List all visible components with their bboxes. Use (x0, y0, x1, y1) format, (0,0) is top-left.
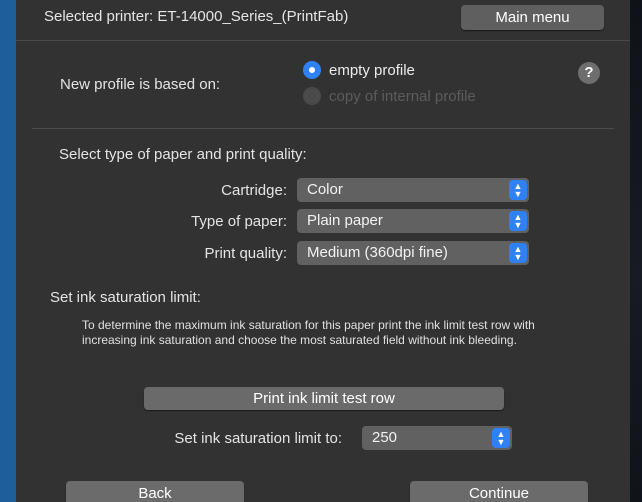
radio-unselected-icon[interactable] (303, 87, 321, 105)
selected-printer-label: Selected printer: ET-14000_Series_(Print… (44, 8, 349, 25)
profile-based-on-label: New profile is based on: (60, 76, 221, 93)
up-down-chevron-icon: ▲ ▼ (509, 243, 527, 263)
paper-type-value: Plain paper (307, 212, 383, 229)
radio-selected-icon[interactable] (303, 61, 321, 79)
print-quality-value: Medium (360dpi fine) (307, 244, 448, 261)
ink-limit-description: To determine the maximum ink saturation … (82, 318, 535, 347)
cartridge-value: Color (307, 181, 343, 198)
radio-empty-profile-label: empty profile (329, 61, 415, 79)
up-down-chevron-icon: ▲ ▼ (509, 211, 527, 231)
ink-limit-value: 250 (372, 429, 398, 446)
section-divider (32, 128, 614, 129)
paper-type-select[interactable]: Plain paper ▲ ▼ (297, 209, 529, 233)
print-quality-select[interactable]: Medium (360dpi fine) ▲ ▼ (297, 241, 529, 265)
cartridge-select[interactable]: Color ▲ ▼ (297, 178, 529, 202)
ink-limit-select[interactable]: 250 ▲ ▼ (362, 426, 512, 450)
question-mark-icon[interactable]: ? (578, 62, 600, 84)
radio-copy-internal-profile[interactable]: copy of internal profile (303, 87, 476, 105)
continue-button[interactable]: Continue (410, 481, 588, 502)
up-down-chevron-icon: ▲ ▼ (509, 180, 527, 200)
print-ink-limit-test-button[interactable]: Print ink limit test row (144, 387, 504, 410)
main-menu-button[interactable]: Main menu (461, 5, 604, 30)
cartridge-label: Cartridge: (221, 182, 287, 199)
print-quality-label: Print quality: (204, 245, 287, 262)
profile-wizard-window: Selected printer: ET-14000_Series_(Print… (16, 0, 630, 502)
radio-empty-profile[interactable]: empty profile (303, 61, 415, 79)
back-button[interactable]: Back (66, 481, 244, 502)
ink-section-title: Set ink saturation limit: (50, 289, 201, 306)
desktop-background-strip (630, 0, 642, 502)
radio-copy-internal-profile-label: copy of internal profile (329, 87, 476, 105)
paper-section-title: Select type of paper and print quality: (59, 146, 307, 163)
up-down-chevron-icon: ▲ ▼ (492, 428, 510, 448)
header-bar: Selected printer: ET-14000_Series_(Print… (16, 0, 630, 41)
paper-type-label: Type of paper: (191, 213, 287, 230)
ink-limit-label: Set ink saturation limit to: (174, 430, 342, 447)
